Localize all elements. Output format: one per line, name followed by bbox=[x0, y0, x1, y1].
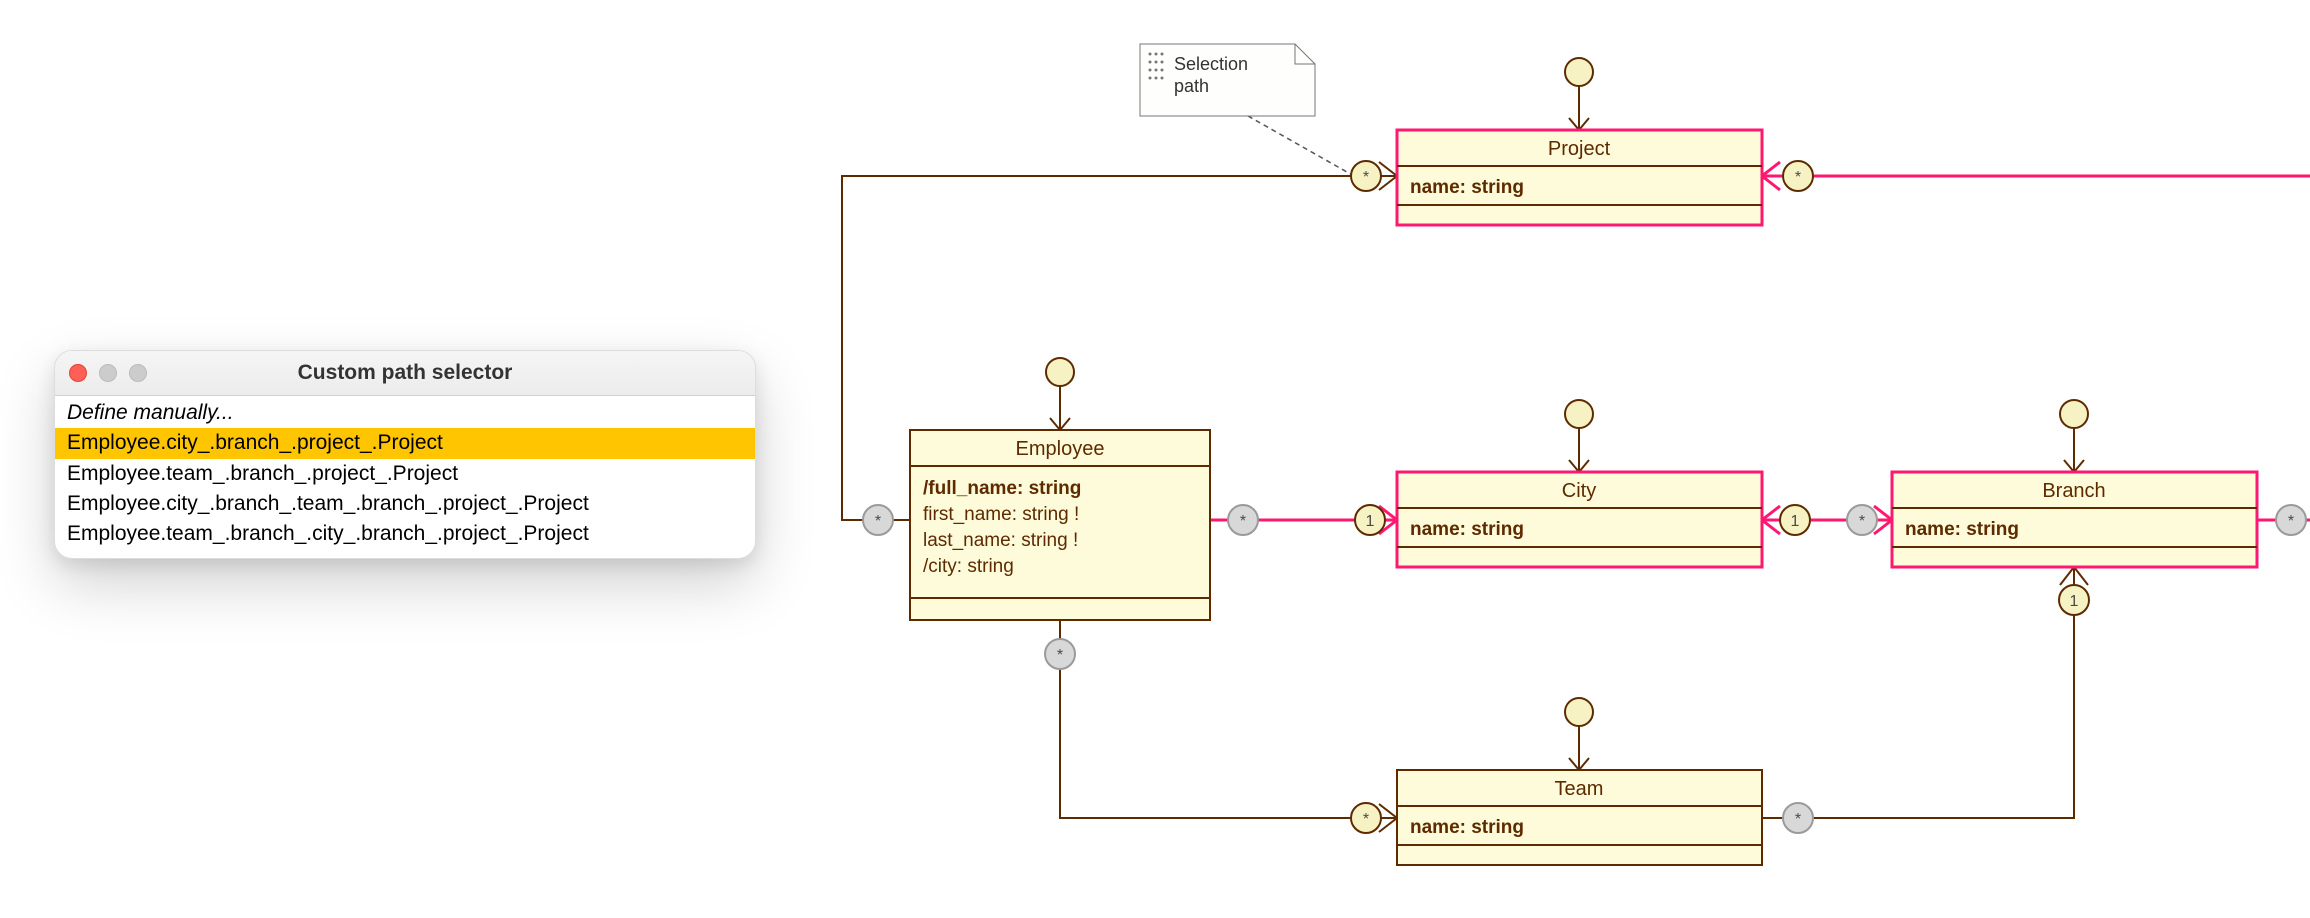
svg-text:*: * bbox=[1859, 513, 1865, 530]
class-city[interactable]: City name: string bbox=[1397, 472, 1762, 567]
class-branch-name: Branch bbox=[2042, 480, 2105, 502]
list-item[interactable]: Employee.team_.branch_.city_.branch_.pro… bbox=[55, 519, 755, 549]
class-project[interactable]: Project name: string bbox=[1397, 130, 1762, 225]
mult-team-out-star: * bbox=[1783, 803, 1813, 833]
class-team[interactable]: Team name: string bbox=[1397, 770, 1762, 865]
class-branch[interactable]: Branch name: string bbox=[1892, 472, 2257, 567]
svg-text:*: * bbox=[1795, 811, 1801, 828]
mult-project-left-star: * bbox=[1351, 161, 1381, 191]
mult-project-in-star: * bbox=[1783, 161, 1813, 191]
class-team-attr0: name: string bbox=[1410, 817, 1524, 838]
note-line1: Selection bbox=[1174, 54, 1248, 74]
assoc-team-branch bbox=[1762, 567, 2074, 818]
assoc-employee-team bbox=[1060, 620, 1397, 818]
svg-text:1: 1 bbox=[1366, 513, 1375, 530]
uml-note: Selection path bbox=[1140, 44, 1315, 116]
list-item[interactable]: Employee.city_.branch_.team_.branch_.pro… bbox=[55, 489, 755, 519]
mult-city-branch-star: * bbox=[1847, 505, 1877, 535]
list-item[interactable]: Employee.city_.branch_.project_.Project bbox=[55, 428, 755, 458]
class-employee-attr0: first_name: string ! bbox=[923, 504, 1079, 525]
svg-text:*: * bbox=[1057, 647, 1063, 664]
class-employee[interactable]: Employee /full_name: string first_name: … bbox=[910, 430, 1210, 620]
lollipop-team bbox=[1565, 698, 1593, 770]
list-item[interactable]: Employee.team_.branch_.project_.Project bbox=[55, 459, 755, 489]
svg-text:1: 1 bbox=[1791, 513, 1800, 530]
lollipop-branch bbox=[2060, 400, 2088, 472]
note-connector bbox=[1248, 116, 1354, 176]
window-title: Custom path selector bbox=[55, 361, 755, 385]
window-titlebar[interactable]: Custom path selector bbox=[55, 351, 755, 396]
class-branch-attr0: name: string bbox=[1905, 519, 2019, 540]
path-selector-window[interactable]: Custom path selector Define manually... … bbox=[54, 350, 756, 559]
class-city-name: City bbox=[1562, 480, 1596, 502]
lollipop-project bbox=[1565, 58, 1593, 130]
lollipop-employee bbox=[1046, 358, 1074, 430]
class-employee-attr2: /city: string bbox=[923, 556, 1014, 577]
mult-emp-team-star: * bbox=[1045, 639, 1075, 669]
svg-text:*: * bbox=[1363, 811, 1369, 828]
mult-emp-city-1: 1 bbox=[1355, 505, 1385, 535]
svg-text:*: * bbox=[1795, 169, 1801, 186]
class-team-name: Team bbox=[1555, 778, 1604, 800]
path-list[interactable]: Define manually... Employee.city_.branch… bbox=[55, 396, 755, 558]
mult-team-in-star: * bbox=[1351, 803, 1381, 833]
class-employee-attr1: last_name: string ! bbox=[923, 530, 1078, 551]
class-project-attr0: name: string bbox=[1410, 177, 1524, 198]
mult-city-branch-1: 1 bbox=[1780, 505, 1810, 535]
lollipop-city bbox=[1565, 400, 1593, 472]
class-city-attr0: name: string bbox=[1410, 519, 1524, 540]
class-employee-attrb0: /full_name: string bbox=[923, 478, 1081, 499]
svg-text:1: 1 bbox=[2070, 593, 2079, 610]
class-project-name: Project bbox=[1548, 138, 1611, 160]
assoc-branch-project bbox=[1762, 176, 2310, 520]
mult-emp-city-star: * bbox=[1228, 505, 1258, 535]
svg-text:*: * bbox=[875, 513, 881, 530]
svg-text:*: * bbox=[2288, 513, 2294, 530]
class-employee-name: Employee bbox=[1016, 438, 1105, 460]
mult-branch-out-star: * bbox=[2276, 505, 2306, 535]
mult-branch-bottom-1: 1 bbox=[2059, 585, 2089, 615]
svg-text:*: * bbox=[1363, 169, 1369, 186]
note-line2: path bbox=[1174, 76, 1209, 96]
mult-emp-out-star: * bbox=[863, 505, 893, 535]
list-item[interactable]: Define manually... bbox=[55, 398, 755, 428]
svg-text:*: * bbox=[1240, 513, 1246, 530]
